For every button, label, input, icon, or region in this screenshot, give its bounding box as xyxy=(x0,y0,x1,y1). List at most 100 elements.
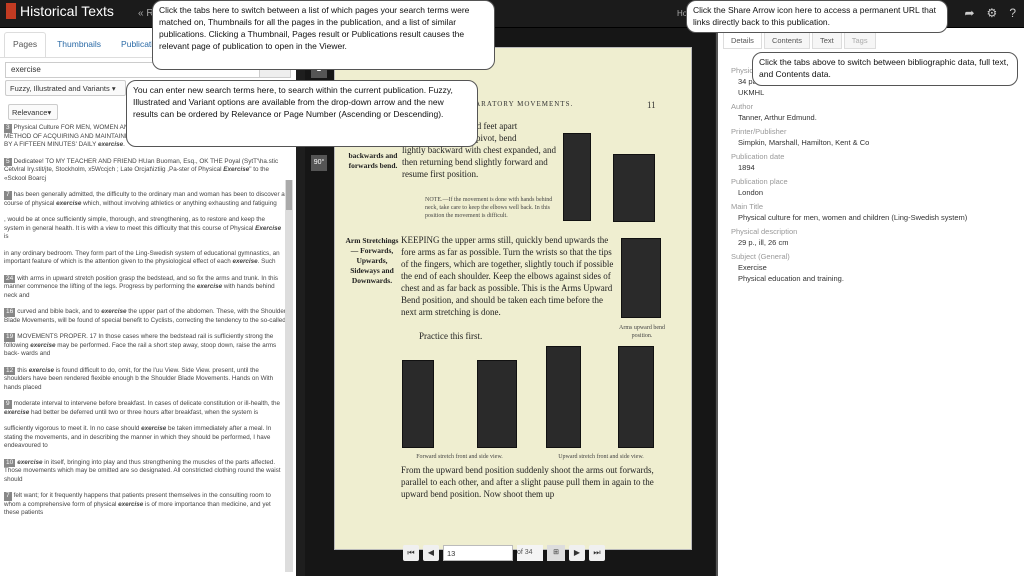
tab-details[interactable]: Details xyxy=(723,32,762,49)
caption-2: Forward stretch front and side view. xyxy=(416,454,503,460)
meta-value: Physical education and training. xyxy=(738,274,844,283)
result-highlight: exercise xyxy=(101,308,127,315)
tooltip-left-tabs: Click the tabs here to switch between a … xyxy=(152,0,495,70)
logo-mark-icon xyxy=(6,3,16,19)
result-text: curved and bible back, and to xyxy=(17,308,102,315)
result-page-badge: 7 xyxy=(4,492,12,501)
result-page-badge: 19 xyxy=(4,333,16,342)
variant-dropdown[interactable]: Fuzzy, Illustrated and Variants ▾ xyxy=(5,80,126,96)
result-item[interactable]: 24 with arms in upward stretch position g… xyxy=(4,274,286,301)
meta-label: Subject (General) xyxy=(731,252,790,261)
prev-page-icon[interactable]: ◀ xyxy=(423,545,439,561)
page-count: of 34 xyxy=(517,545,543,561)
meta-label: Printer/Publisher xyxy=(731,127,787,136)
sort-dropdown-label: Relevance xyxy=(12,108,48,117)
result-page-badge: 3 xyxy=(4,124,12,133)
page-note-1: NOTE.—If the movement is done with hands… xyxy=(425,197,553,219)
result-page-badge: 7 xyxy=(4,191,12,200)
exercise-photo-4 xyxy=(402,360,434,448)
meta-label: Publication place xyxy=(731,177,788,186)
tab-contents[interactable]: Contents xyxy=(763,32,810,49)
exercise-photo-2 xyxy=(613,154,655,222)
meta-value: Physical culture for men, women and chil… xyxy=(738,213,968,222)
result-highlight: exercise xyxy=(196,283,223,290)
side-heading-1: backwards and forwards bend. xyxy=(348,151,398,170)
result-item[interactable]: 10 exercise in itself, bringing into play… xyxy=(4,458,286,485)
result-page-badge: 12 xyxy=(4,366,16,375)
result-item[interactable]: 7 has been generally admitted, the diffic… xyxy=(4,191,286,208)
gear-icon[interactable]: ⚙ xyxy=(987,6,998,20)
exercise-photo-5 xyxy=(477,360,517,448)
tab-thumbnails[interactable]: Thumbnails xyxy=(48,32,110,57)
result-item[interactable]: 16 curved and bible back, and to exercise… xyxy=(4,308,286,325)
result-highlight: exercise xyxy=(141,425,167,432)
page-number-input[interactable]: 13 xyxy=(443,545,513,561)
result-item[interactable]: , would be at once sufficiently simple, … xyxy=(4,216,286,242)
result-item[interactable]: in any ordinary bedroom. They form part … xyxy=(4,250,286,267)
tooltip-right-tabs: Click the tabs above to switch between b… xyxy=(752,52,1018,86)
result-item[interactable]: 19 MOVEMENTS PROPER. 17 In those cases wh… xyxy=(4,333,286,359)
page-toggle-button[interactable]: ⊞ xyxy=(547,545,565,561)
result-page-badge: 24 xyxy=(4,274,16,283)
result-item[interactable]: 7 felt want; for it frequently happens th… xyxy=(4,492,286,518)
exercise-photo-3 xyxy=(621,238,661,318)
result-page-badge: 16 xyxy=(4,308,16,317)
meta-label: Physical description xyxy=(731,227,798,236)
result-text: moderate interval to intervene before br… xyxy=(13,400,280,407)
result-text: , would be at once sufficiently simple, … xyxy=(4,216,266,232)
top-actions: ➦ ⚙ ? xyxy=(964,6,1016,20)
result-page-badge: 5 xyxy=(4,157,12,166)
meta-value: UKMHL xyxy=(738,88,765,97)
share-arrow-icon[interactable]: ➦ xyxy=(964,6,974,20)
result-item[interactable]: 9 moderate interval to intervene before b… xyxy=(4,400,286,417)
result-highlight: exercise xyxy=(118,500,144,508)
caption-3: Upward stretch front and side view. xyxy=(558,454,644,460)
caption-1: Arms upward bend position. xyxy=(619,325,665,339)
help-icon[interactable]: ? xyxy=(1009,6,1016,20)
app-logo[interactable]: Historical Texts xyxy=(6,3,114,19)
tab-tags[interactable]: Tags xyxy=(843,32,876,49)
result-highlight: Exercise xyxy=(223,166,250,173)
result-highlight: exercise xyxy=(4,408,30,416)
result-highlight: Exercise xyxy=(255,224,282,232)
result-item[interactable]: 5 Dedicatee! TO MY TEACHER AND FRIEND HUa… xyxy=(4,157,286,184)
result-highlight: exercise xyxy=(28,366,55,374)
app-title: Historical Texts xyxy=(20,3,114,19)
next-page-icon[interactable]: ▶ xyxy=(569,545,585,561)
page-navigator: ⏮ ◀ 13 of 34 ⊞ ▶ ⏭ xyxy=(403,543,623,563)
results-scrollbar[interactable] xyxy=(285,180,293,572)
exercise-photo-1 xyxy=(563,133,591,221)
result-highlight: exercise xyxy=(17,458,43,466)
meta-value: Simpkin, Marshall, Hamilton, Kent & Co xyxy=(738,138,870,147)
tab-text[interactable]: Text xyxy=(811,32,842,49)
result-item[interactable]: sufficiently vigorous to meet it. In no … xyxy=(4,425,286,451)
result-text-after: had better be deferred until two or thre… xyxy=(29,408,259,416)
sort-dropdown[interactable]: Relevance▾ xyxy=(8,104,58,120)
first-page-icon[interactable]: ⏮ xyxy=(403,545,419,561)
result-highlight: exercise xyxy=(97,141,124,148)
meta-value: Tanner, Arthur Edmund. xyxy=(738,113,817,122)
right-tabs: Details Contents Text Tags xyxy=(723,32,876,49)
results-list: 3Physical Culture FOR MEN, WOMEN AND CHI… xyxy=(4,124,286,574)
result-item[interactable]: 12 this exercise is found difficult to do… xyxy=(4,366,286,393)
metadata-list: Physic 34 pa UKMHL Author Tanner, Arthur Edm… xyxy=(731,62,1021,284)
last-page-icon[interactable]: ⏭ xyxy=(589,545,605,561)
right-panel: Details Contents Text Tags Physic 34 pa UK… xyxy=(718,28,1024,576)
page-text-4: From the upward bend position suddenly s… xyxy=(401,465,654,499)
result-page-badge: 10 xyxy=(4,458,16,467)
exercise-photo-6 xyxy=(546,346,581,448)
page-header: PREPARATORY MOVEMENTS. xyxy=(455,100,574,108)
scrollbar-thumb[interactable] xyxy=(286,180,292,210)
result-text-after: in itself, bringing into play and thus s… xyxy=(4,458,281,483)
meta-label: Publication date xyxy=(731,152,785,161)
meta-value: 1894 xyxy=(738,163,755,172)
meta-label: Author xyxy=(731,102,754,111)
result-text-after: which, without involving athletics or an… xyxy=(81,199,277,207)
result-text-after: . xyxy=(123,141,125,148)
variant-dropdown-label: Fuzzy, Illustrated and Variants xyxy=(10,84,110,93)
tab-pages[interactable]: Pages xyxy=(4,32,47,57)
result-highlight: exercise xyxy=(56,199,82,207)
result-text: sufficiently vigorous to meet it. In no … xyxy=(4,425,142,432)
tooltip-search: You can enter new search terms here, to … xyxy=(126,80,478,147)
rotate-tool-button[interactable]: 90° xyxy=(311,155,327,171)
